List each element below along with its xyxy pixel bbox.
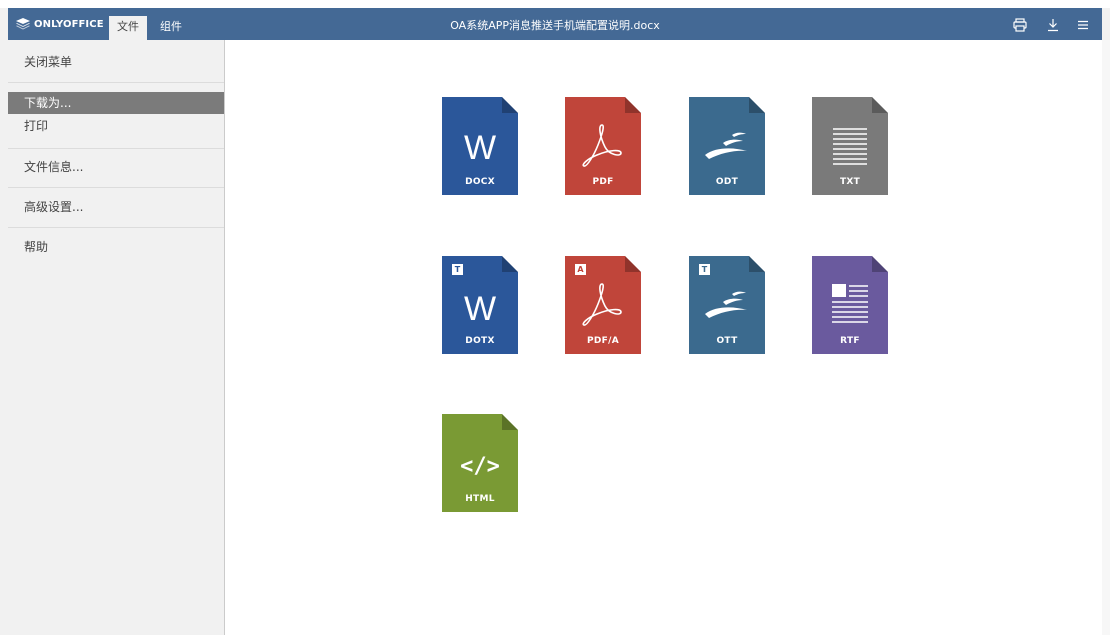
svg-text:W: W	[464, 290, 496, 328]
format-label: RTF	[840, 336, 860, 346]
format-label: PDF	[592, 177, 614, 187]
svg-text:W: W	[464, 129, 496, 167]
format-label: DOCX	[465, 177, 495, 187]
title-bar: ONLYOFFICE 文件 组件 OA系统APP消息推送手机端配置说明.docx	[8, 8, 1102, 40]
format-txt[interactable]: TXT	[812, 97, 888, 195]
svg-text:</>: </>	[460, 454, 500, 479]
menu-separator	[8, 187, 224, 188]
menu-item-advanced-settings[interactable]: 高级设置...	[8, 196, 224, 218]
menu-item-close-menu[interactable]: 关闭菜单	[8, 51, 224, 73]
menu-item-download-as[interactable]: 下载为...	[8, 92, 224, 114]
format-dotx[interactable]: W T DOTX	[442, 256, 518, 354]
format-odt[interactable]: ODT	[689, 97, 765, 195]
format-label: TXT	[839, 177, 861, 187]
format-html[interactable]: </> HTML	[442, 414, 518, 512]
menu-separator	[8, 227, 224, 228]
download-icon[interactable]	[1045, 17, 1061, 32]
format-label: ODT	[715, 177, 739, 187]
format-label: PDF/A	[587, 336, 619, 346]
format-pdfa[interactable]: A PDF/A	[565, 256, 641, 354]
format-label: HTML	[465, 494, 495, 504]
print-icon[interactable]	[1012, 17, 1028, 32]
window-top-edge	[0, 0, 1110, 8]
menu-item-print[interactable]: 打印	[8, 115, 224, 137]
file-menu-panel: 关闭菜单 下载为... 打印 文件信息... 高级设置... 帮助	[8, 40, 225, 635]
format-pdf[interactable]: PDF	[565, 97, 641, 195]
download-formats-panel: W DOCX PDF ODT TXT W T DOTX A PDF/A T OT…	[225, 40, 1102, 635]
menu-item-file-info[interactable]: 文件信息...	[8, 156, 224, 178]
archive-badge: A	[575, 264, 586, 275]
menu-separator	[8, 82, 224, 83]
menu-item-help[interactable]: 帮助	[8, 236, 224, 258]
menu-icon[interactable]	[1075, 17, 1091, 31]
right-edge-strip	[1102, 40, 1110, 635]
format-rtf[interactable]: RTF	[812, 256, 888, 354]
format-label: DOTX	[465, 336, 495, 346]
template-badge: T	[699, 264, 710, 275]
menu-separator	[8, 148, 224, 149]
document-title: OA系统APP消息推送手机端配置说明.docx	[450, 19, 660, 32]
template-badge: T	[452, 264, 463, 275]
format-label: OTT	[716, 336, 738, 346]
format-docx[interactable]: W DOCX	[442, 97, 518, 195]
format-ott[interactable]: T OTT	[689, 256, 765, 354]
